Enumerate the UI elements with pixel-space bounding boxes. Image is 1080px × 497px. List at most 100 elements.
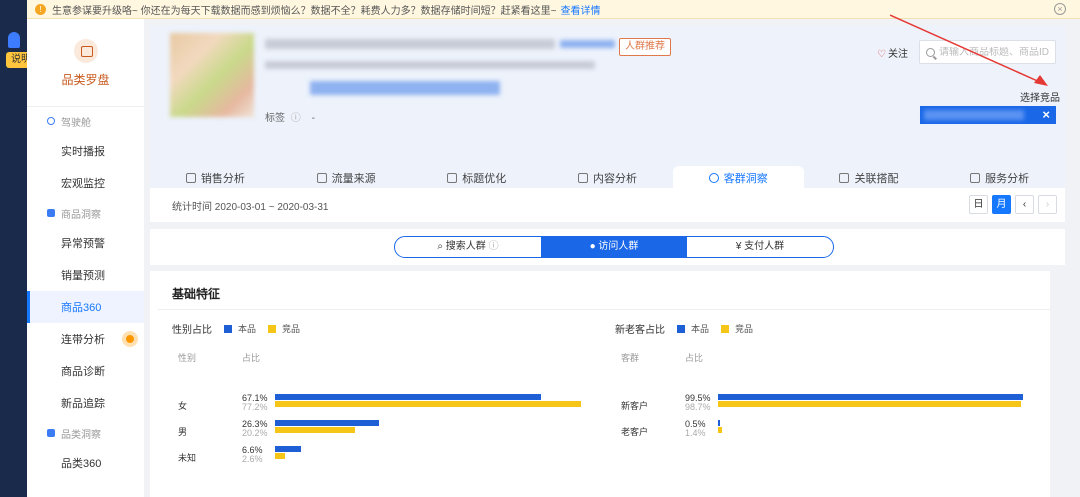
brand-name: 品类罗盘 <box>61 73 110 87</box>
newold-title-row: 新老客占比 本品 竞品 <box>615 321 753 336</box>
section-title: 基础特征 <box>172 287 221 301</box>
info-icon: ⓘ <box>290 113 301 124</box>
segment-label: 搜索人群 <box>445 241 486 252</box>
day-button[interactable]: 日 <box>969 195 988 214</box>
link-icon <box>839 173 850 183</box>
yen-icon: ¥ <box>735 241 745 252</box>
product-price-blurred <box>310 81 500 95</box>
trend-icon <box>316 173 327 183</box>
sidebar-item-newproduct[interactable]: 新品追踪 <box>27 387 144 419</box>
annotation-arrow <box>890 14 1048 86</box>
sidebar-group-product: 商品洞察 <box>27 199 144 227</box>
segment-pay[interactable]: ¥ 支付人群 <box>687 237 833 257</box>
sidebar: 品类罗盘 驾驶舱 实时播报 宏观监控 商品洞察 异常预警 销量预测 商品360 … <box>27 19 144 497</box>
product-title-blurred <box>265 39 555 49</box>
bar-row: 未知 6.6% 2.6% <box>172 445 612 469</box>
tab-label: 销售分析 <box>200 173 245 185</box>
prev-period-button[interactable]: ‹ <box>1015 195 1034 214</box>
rocket-icon[interactable] <box>8 32 20 48</box>
next-period-button[interactable]: › <box>1038 195 1057 214</box>
tab-label: 客群洞察 <box>723 173 768 185</box>
tab-label: 服务分析 <box>985 173 1030 185</box>
left-strip <box>0 0 27 497</box>
cockpit-icon <box>47 117 55 125</box>
warning-icon: ! <box>35 3 46 15</box>
product-icon <box>47 209 55 217</box>
column-header: 占比 <box>685 353 704 363</box>
gender-title-row: 性别占比 本品 竞品 <box>172 321 300 336</box>
tab-label: 流量来源 <box>331 173 376 185</box>
product-image[interactable] <box>170 33 254 117</box>
group-label: 商品洞察 <box>61 209 101 221</box>
labels-value: - <box>311 113 315 124</box>
legend-swatch <box>677 324 685 333</box>
segment-visit[interactable]: ● 访问人群 <box>541 237 687 257</box>
category-icon <box>47 429 55 437</box>
row-label: 女 <box>178 401 188 411</box>
search-icon: ⌕ <box>437 241 446 252</box>
self-bar <box>275 394 541 400</box>
labels-label: 标签 <box>265 113 285 124</box>
main-content: 人群推荐 标签 ⓘ - ♡关注 选择竞品 × 销售分析 流量来源 标题优化 内容… <box>150 14 1065 497</box>
sidebar-item-macro[interactable]: 宏观监控 <box>27 167 144 199</box>
sidebar-item-product360[interactable]: 商品360 <box>27 291 144 323</box>
remove-competitor-icon[interactable]: × <box>1042 107 1050 122</box>
headset-icon <box>970 173 981 183</box>
self-bar <box>718 420 720 426</box>
self-bar <box>275 446 302 452</box>
product-title-blurred <box>560 40 615 48</box>
month-button[interactable]: 月 <box>992 195 1011 214</box>
labels-row: 标签 ⓘ - <box>265 109 315 124</box>
tab-label: 标题优化 <box>462 173 507 185</box>
product-subtitle-blurred <box>265 61 595 69</box>
group-label: 驾驶舱 <box>61 117 91 129</box>
sidebar-group-cockpit: 驾驶舱 <box>27 107 144 135</box>
comp-bar <box>275 453 286 459</box>
sidebar-item-realtime[interactable]: 实时播报 <box>27 135 144 167</box>
column-header: 客群 <box>621 353 640 363</box>
segment-search[interactable]: ⌕ 搜索人群 ⓘ <box>395 237 541 257</box>
legend-label: 本品 <box>691 324 710 334</box>
close-icon[interactable]: × <box>1054 3 1066 15</box>
crowd-selector-bar: ⌕ 搜索人群 ⓘ ● 访问人群 ¥ 支付人群 <box>150 229 1065 265</box>
column-header: 占比 <box>242 353 261 363</box>
sidebar-brand[interactable]: 品类罗盘 <box>27 19 144 107</box>
newold-title: 新老客占比 <box>615 325 665 336</box>
legend-self: 本品 <box>677 322 709 335</box>
comp-bar <box>718 427 723 433</box>
chart-icon <box>447 173 458 183</box>
competitor-selector[interactable]: × <box>920 106 1056 124</box>
basic-features-panel: 基础特征 性别占比 本品 竞品 性别 占比 女 67.1% 77.2% 男 26.3% 2… <box>150 271 1050 497</box>
newold-panel: 新老客占比 本品 竞品 客群 占比 新客户 99.5% 98.7% 老客户 0.5% 1.… <box>615 321 1024 438</box>
self-bar <box>718 394 1024 400</box>
sidebar-item-diagnosis[interactable]: 商品诊断 <box>27 355 144 387</box>
sidebar-item-forecast[interactable]: 销量预测 <box>27 259 144 291</box>
bar-row: 新客户 99.5% 98.7% <box>615 393 1055 417</box>
select-competitor-label[interactable]: 选择竞品 <box>1020 89 1060 104</box>
info-icon: ⓘ <box>485 241 499 252</box>
legend-swatch <box>268 324 277 333</box>
legend-swatch <box>721 324 730 333</box>
row-label: 男 <box>178 427 188 437</box>
time-row: 统计时间 2020-03-01 ~ 2020-03-31 日 月 ‹ › <box>150 188 1065 222</box>
sidebar-item-alert[interactable]: 异常预警 <box>27 227 144 259</box>
image-icon <box>578 173 589 183</box>
sidebar-item-bundle[interactable]: 连带分析 <box>27 323 144 355</box>
sidebar-item-category360[interactable]: 品类360 <box>27 447 144 479</box>
comp-value: 1.4% <box>685 428 706 438</box>
notice-text: 生意参谋要升级咯~ 你还在为每天下载数据而感到烦恼么？数据不全？耗费人力多？数据… <box>52 5 557 17</box>
users-icon <box>708 173 719 183</box>
row-label: 新客户 <box>621 401 649 411</box>
legend-label: 本品 <box>238 324 257 334</box>
column-header: 性别 <box>178 353 197 363</box>
legend-self: 本品 <box>224 322 256 335</box>
group-label: 品类洞察 <box>61 429 101 441</box>
crowd-recommend-tag[interactable]: 人群推荐 <box>619 38 671 56</box>
divider <box>158 309 1050 310</box>
bag-icon <box>73 39 98 63</box>
row-label: 未知 <box>178 453 197 463</box>
bar-row: 女 67.1% 77.2% <box>172 393 612 417</box>
bar-row: 男 26.3% 20.2% <box>172 419 612 443</box>
sidebar-item-label: 连带分析 <box>61 334 105 346</box>
notice-link[interactable]: 查看详情 <box>560 2 600 17</box>
